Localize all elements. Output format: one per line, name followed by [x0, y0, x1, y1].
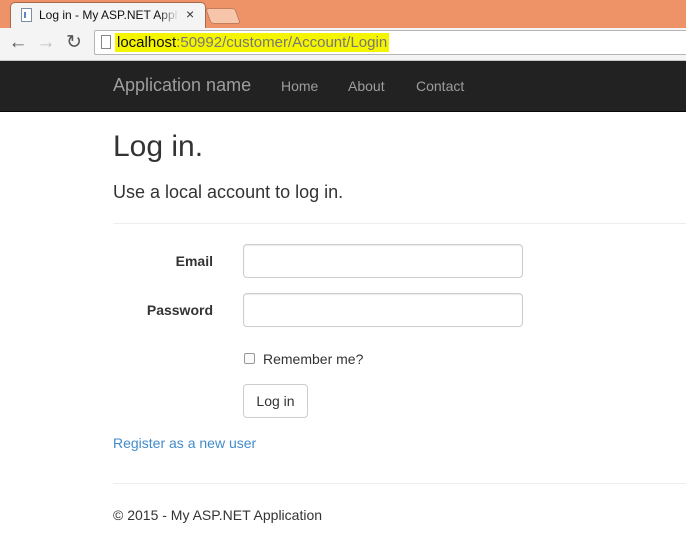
nav-link-about[interactable]: About	[348, 78, 385, 94]
remember-me-label[interactable]: Remember me?	[263, 351, 363, 367]
new-tab-button[interactable]	[205, 8, 241, 24]
url-host: localhost	[117, 34, 177, 51]
section-divider	[113, 223, 686, 224]
navbar-brand[interactable]: Application name	[113, 75, 251, 96]
forward-arrow-icon[interactable]: →	[35, 31, 57, 55]
page-subtitle: Use a local account to log in.	[113, 182, 344, 202]
browser-tab-strip: Log in - My ASP.NET Appl ×	[0, 0, 686, 28]
tab-title: Log in - My ASP.NET Appl	[39, 8, 177, 22]
browser-toolbar: ← → ↻ localhost:50992/customer/Account/L…	[0, 28, 686, 61]
remember-me-checkbox[interactable]	[244, 353, 255, 364]
reload-icon[interactable]: ↻	[63, 31, 85, 55]
tab-close-icon[interactable]: ×	[186, 6, 194, 22]
page-title: Log in.	[113, 130, 204, 163]
back-arrow-icon[interactable]: ←	[7, 31, 29, 55]
nav-link-contact[interactable]: Contact	[416, 78, 464, 94]
site-navbar: Application name Home About Contact	[0, 61, 686, 112]
document-icon	[101, 35, 111, 49]
login-button[interactable]: Log in	[243, 384, 308, 418]
email-field[interactable]	[243, 244, 523, 278]
address-bar[interactable]: localhost:50992/customer/Account/Login	[94, 30, 686, 55]
page-favicon-icon	[21, 8, 32, 22]
browser-tab[interactable]: Log in - My ASP.NET Appl ×	[10, 2, 206, 28]
url-path: :50992/customer/Account/Login	[176, 34, 388, 51]
email-label: Email	[175, 253, 213, 269]
footer-divider	[113, 483, 686, 484]
password-field[interactable]	[243, 293, 523, 327]
register-link[interactable]: Register as a new user	[113, 435, 256, 451]
nav-link-home[interactable]: Home	[281, 78, 318, 94]
password-label: Password	[146, 302, 213, 318]
footer-copyright: © 2015 - My ASP.NET Application	[113, 507, 323, 523]
url-text[interactable]: localhost:50992/customer/Account/Login	[115, 33, 390, 52]
tab-title-fade	[159, 6, 179, 24]
